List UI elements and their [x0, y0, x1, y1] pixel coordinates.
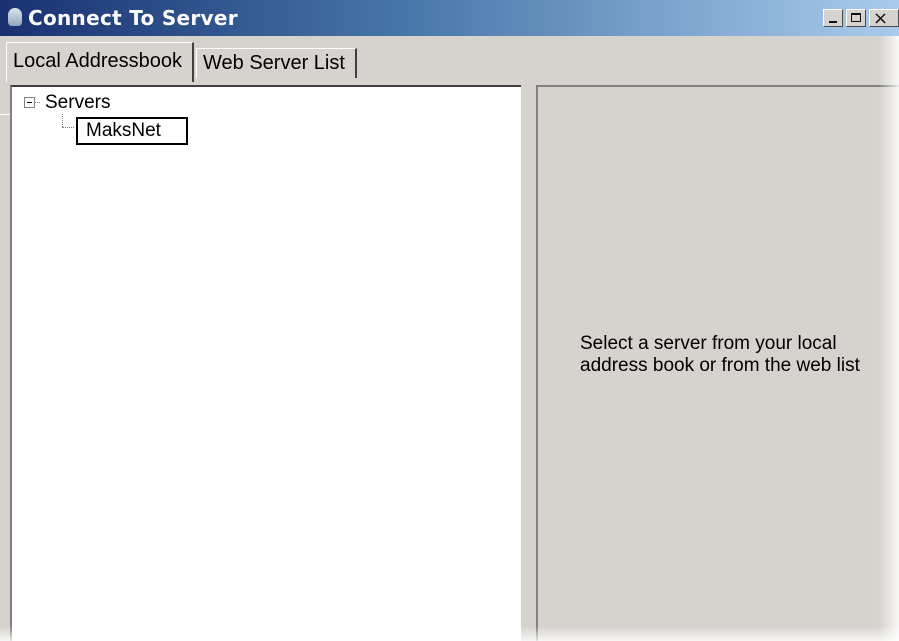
- tab-local-addressbook[interactable]: Local Addressbook: [6, 42, 194, 82]
- title-bar[interactable]: Connect To Server ×: [0, 0, 899, 36]
- minimize-icon: [829, 21, 837, 23]
- minus-box-icon[interactable]: [24, 97, 35, 108]
- tab-web-server-list[interactable]: Web Server List: [196, 48, 357, 78]
- server-tree[interactable]: Servers MaksNet: [10, 85, 521, 641]
- instruction-line-2: address book or from the web list: [580, 355, 860, 376]
- instruction-line-1: Select a server from your local: [580, 333, 837, 354]
- tab-strip: Local Addressbook Web Server List: [0, 36, 899, 115]
- app-icon: [8, 8, 22, 26]
- maximize-icon: [851, 13, 861, 22]
- tree-connector: [62, 114, 63, 127]
- tree-connector: [62, 127, 74, 128]
- maximize-button[interactable]: [846, 9, 866, 27]
- server-detail-panel: Select a server from your local address …: [536, 85, 899, 641]
- minimize-button[interactable]: [823, 9, 843, 27]
- tree-connector: [35, 102, 40, 104]
- panel-splitter[interactable]: [521, 85, 536, 641]
- tab-local-addressbook-label: Local Addressbook: [13, 50, 183, 72]
- tree-node-label: Servers: [45, 92, 111, 113]
- instruction-text: Select a server from your local address …: [580, 333, 880, 377]
- tree-node-maksnet[interactable]: MaksNet: [76, 117, 188, 145]
- close-button[interactable]: ×: [869, 8, 899, 29]
- window-title: Connect To Server: [28, 6, 238, 30]
- tab-web-server-list-label: Web Server List: [203, 52, 345, 74]
- close-icon: ×: [873, 8, 889, 29]
- connect-to-server-window: Connect To Server × Local Addressbook We…: [0, 0, 899, 641]
